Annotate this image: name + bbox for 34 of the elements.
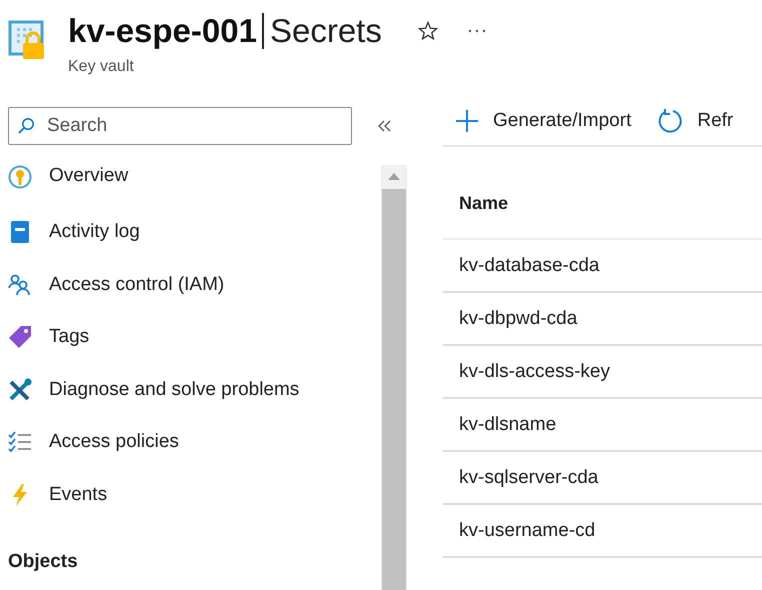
nav-item[interactable]: Tags xyxy=(0,311,381,364)
title-separator xyxy=(262,13,264,49)
section-heading: Objects xyxy=(7,550,79,573)
resource-name: kv-espe-001 xyxy=(68,12,257,50)
nav-item[interactable]: Access policies xyxy=(0,416,381,468)
search-field[interactable]: Search xyxy=(8,107,352,145)
plus-icon xyxy=(455,109,479,133)
nav-item[interactable]: Access control (IAM) xyxy=(0,258,381,311)
collapse-icon[interactable] xyxy=(378,120,392,132)
toolbar-button[interactable]: Generate/Import xyxy=(455,109,632,133)
nav-item[interactable]: Activity log xyxy=(0,206,381,258)
secret-name-link[interactable]: kv-database-cda xyxy=(459,254,600,276)
key-icon xyxy=(8,165,32,189)
toolbar-button[interactable]: Refr xyxy=(657,108,734,134)
secret-name-link[interactable]: kv-dls-access-key xyxy=(459,360,610,382)
refresh-icon xyxy=(657,108,684,134)
search-icon xyxy=(17,117,35,135)
more-icon[interactable] xyxy=(468,29,486,33)
secret-name-link[interactable]: kv-sqlserver-cda xyxy=(459,466,598,488)
nav-item[interactable]: Overview xyxy=(0,165,381,206)
resource-type: Key vault xyxy=(68,58,135,76)
star-icon[interactable] xyxy=(418,21,438,41)
secret-name-link[interactable]: kv-username-cd xyxy=(459,520,596,542)
checklist-icon xyxy=(8,430,32,454)
tools-icon xyxy=(8,378,32,402)
column-header[interactable]: Name xyxy=(459,193,508,214)
secret-name-link[interactable]: kv-dbpwd-cda xyxy=(459,308,578,330)
people-icon xyxy=(8,272,32,297)
secret-name-link[interactable]: kv-dlsname xyxy=(459,414,556,436)
nav-item[interactable]: Diagnose and solve problems xyxy=(0,364,381,416)
tag-icon xyxy=(8,325,32,350)
nav-item[interactable]: Events xyxy=(0,468,381,521)
book-icon xyxy=(8,220,32,244)
page-title: Secrets xyxy=(270,12,382,50)
